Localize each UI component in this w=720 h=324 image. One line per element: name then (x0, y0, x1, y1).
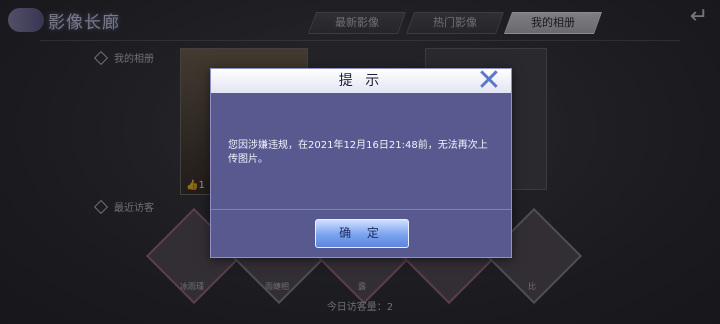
dialog-message: 您因涉嫌违规，在2021年12月16日21:48前，无法再次上传图片。 (228, 140, 488, 165)
confirm-button[interactable]: 确 定 (315, 219, 409, 248)
dialog-title: 提 示 (338, 73, 384, 89)
close-icon[interactable]: ✕ (473, 65, 505, 97)
notice-dialog: 提 示 ✕ 您因涉嫌违规，在2021年12月16日21:48前，无法再次上传图片… (210, 65, 512, 258)
divider (211, 209, 511, 210)
